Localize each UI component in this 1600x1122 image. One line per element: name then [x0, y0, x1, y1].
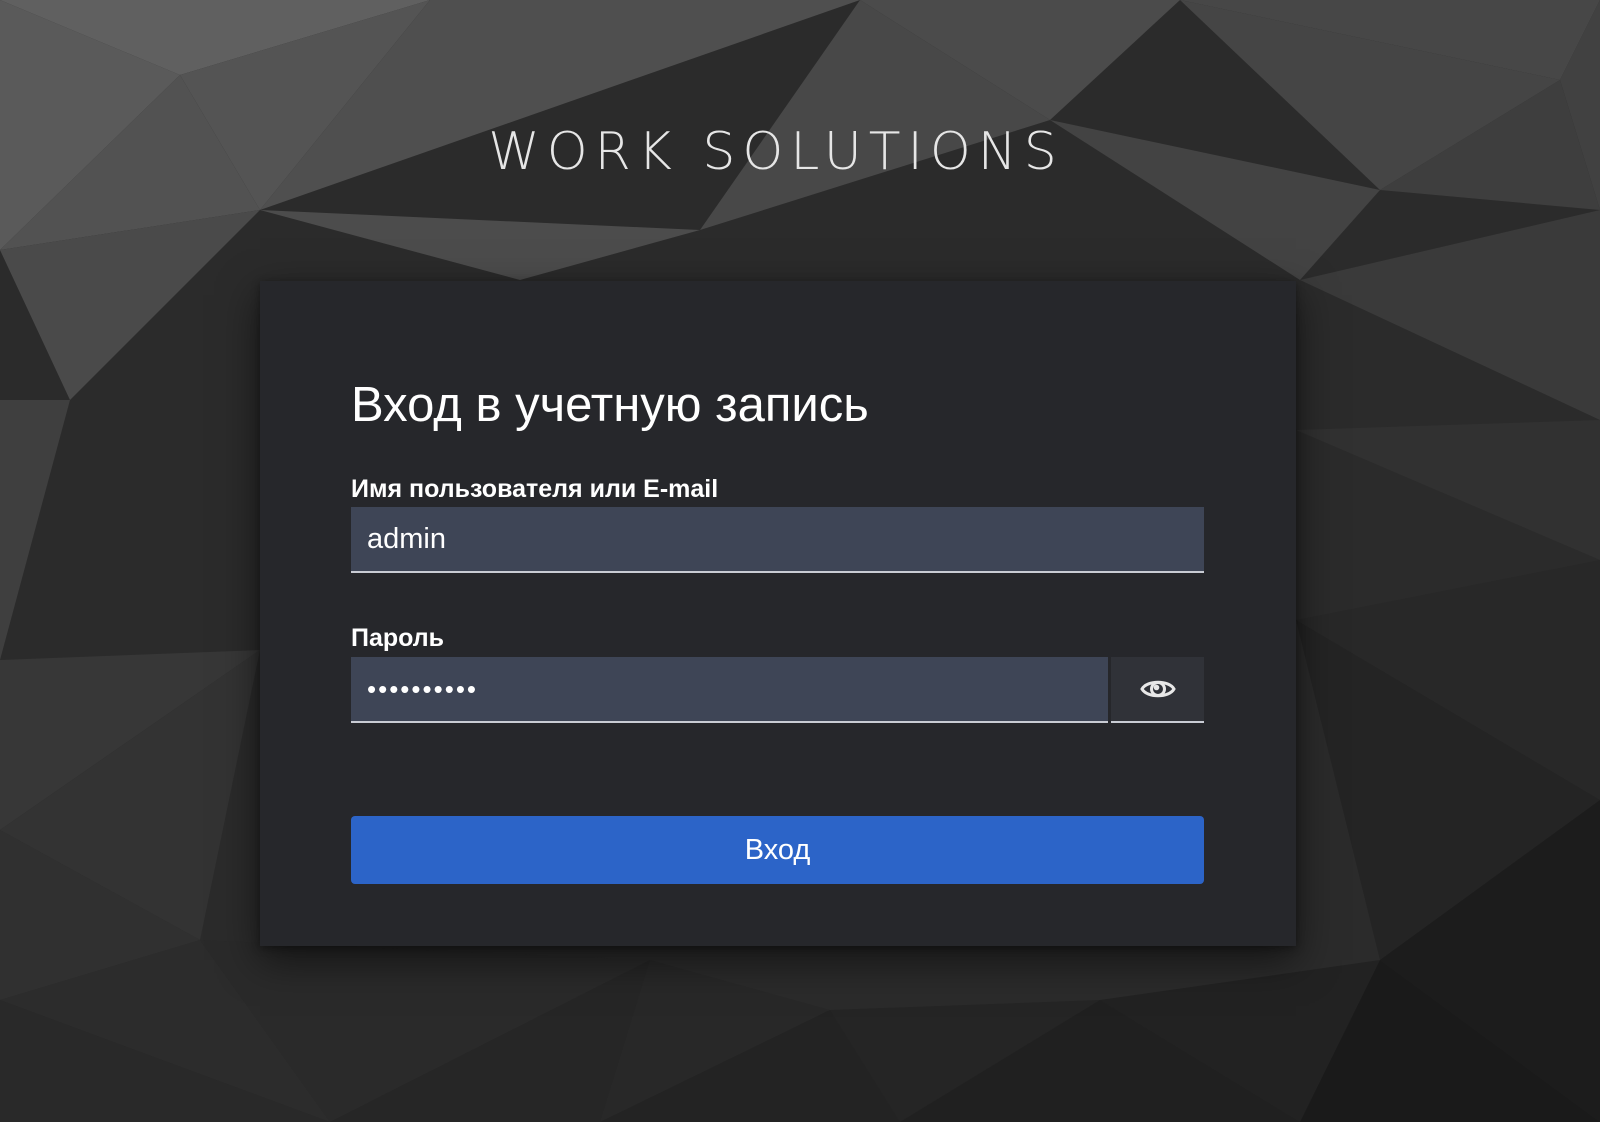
- username-input[interactable]: admin: [351, 507, 1204, 573]
- password-input[interactable]: ••••••••••: [351, 657, 1108, 723]
- login-card: Вход в учетную запись Имя пользователя и…: [260, 281, 1296, 946]
- show-password-button[interactable]: [1111, 657, 1204, 723]
- username-label: Имя пользователя или E-mail: [351, 475, 719, 503]
- password-label: Пароль: [351, 624, 445, 652]
- page-title: Вход в учетную запись: [351, 378, 869, 432]
- brand-logo-text: WORK SOLUTIONS: [488, 122, 1064, 182]
- login-submit-button[interactable]: Вход: [351, 816, 1204, 884]
- eye-icon: [1139, 677, 1176, 701]
